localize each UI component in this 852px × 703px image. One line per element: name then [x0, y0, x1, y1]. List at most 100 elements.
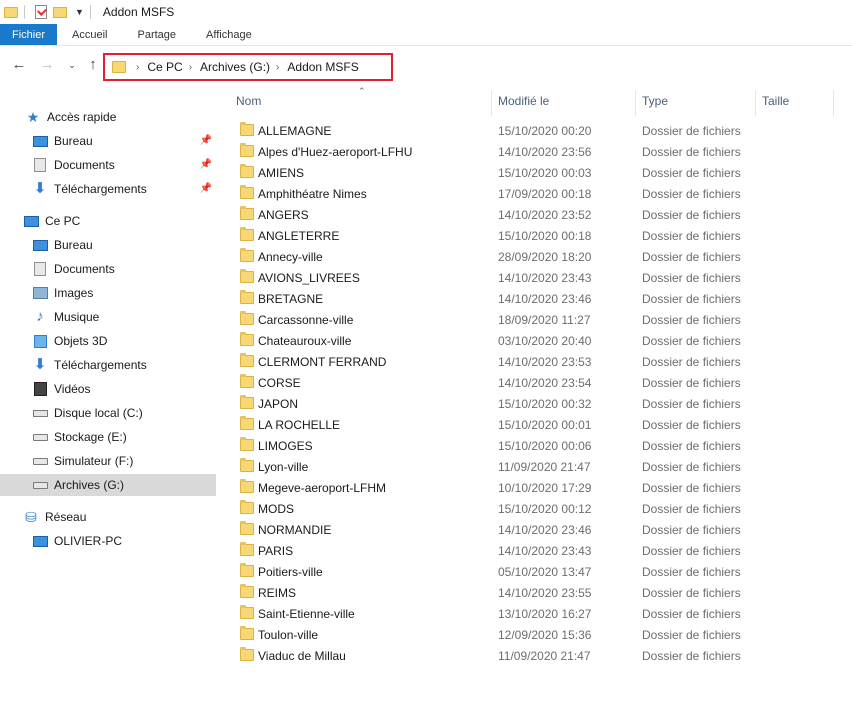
table-row[interactable]: MODS 15/10/2020 00:12 Dossier de fichiers — [216, 498, 852, 519]
sidebar-item-archives-g[interactable]: Archives (G:) — [0, 474, 216, 496]
table-row[interactable]: AVIONS_LIVREES 14/10/2020 23:43 Dossier de… — [216, 267, 852, 288]
breadcrumb-item[interactable]: Ce PC — [147, 60, 182, 74]
sidebar-item-label: Téléchargements — [54, 358, 147, 372]
pin-icon[interactable]: 📌 — [200, 135, 212, 146]
breadcrumb[interactable]: › Ce PC › Archives (G:) › Addon MSFS — [103, 53, 393, 81]
table-row[interactable]: Viaduc de Millau 11/09/2020 21:47 Dossier … — [216, 645, 852, 666]
chevron-right-icon[interactable]: › — [189, 62, 192, 73]
file-modified-date: 14/10/2020 23:53 — [498, 355, 592, 369]
folder-icon — [240, 584, 254, 598]
sidebar-item-telechargements[interactable]: ⬇ Téléchargements 📌 — [0, 178, 216, 200]
tab-partage[interactable]: Partage — [122, 24, 191, 45]
computer-icon — [23, 214, 39, 228]
folder-icon — [240, 395, 254, 409]
forward-arrow-icon[interactable]: → — [38, 56, 56, 74]
table-row[interactable]: Alpes d'Huez-aeroport-LFHU 14/10/2020 23:… — [216, 141, 852, 162]
folder-icon — [240, 185, 254, 199]
file-type: Dossier de fichiers — [642, 376, 741, 390]
table-row[interactable]: Carcassonne-ville 18/09/2020 11:27 Dossier… — [216, 309, 852, 330]
table-row[interactable]: Megeve-aeroport-LFHM 10/10/2020 17:29 Doss… — [216, 477, 852, 498]
tab-accueil[interactable]: Accueil — [57, 24, 122, 45]
folder-icon — [240, 542, 254, 556]
sidebar-item-olivier-pc[interactable]: OLIVIER-PC — [0, 530, 216, 552]
file-type: Dossier de fichiers — [642, 607, 741, 621]
sidebar-item-musique[interactable]: ♪ Musique — [0, 306, 216, 328]
music-icon: ♪ — [36, 308, 44, 325]
sidebar-item-videos[interactable]: Vidéos — [0, 378, 216, 400]
toolbar-divider — [89, 5, 91, 19]
table-row[interactable]: Lyon-ville 11/09/2020 21:47 Dossier de fic… — [216, 456, 852, 477]
file-name: Amphithéatre Nimes — [258, 187, 367, 201]
chevron-down-icon[interactable]: ⌄ — [63, 56, 81, 74]
sidebar-item-ce-pc[interactable]: Ce PC — [0, 210, 216, 232]
pin-icon[interactable]: 📌 — [200, 183, 212, 194]
table-row[interactable]: AMIENS 15/10/2020 00:03 Dossier de fichier… — [216, 162, 852, 183]
column-header-type[interactable]: Type — [642, 84, 668, 118]
folder-icon — [240, 458, 254, 472]
file-type: Dossier de fichiers — [642, 334, 741, 348]
folder-icon — [240, 248, 254, 262]
back-arrow-icon[interactable]: ← — [10, 56, 28, 74]
table-row[interactable]: PARIS 14/10/2020 23:43 Dossier de fichiers — [216, 540, 852, 561]
sidebar-item-documents[interactable]: Documents 📌 — [0, 154, 216, 176]
table-row[interactable]: ANGERS 14/10/2020 23:52 Dossier de fichier… — [216, 204, 852, 225]
sidebar-item-label: Documents — [54, 262, 115, 276]
table-row[interactable]: CORSE 14/10/2020 23:54 Dossier de fichiers — [216, 372, 852, 393]
sidebar-item-bureau[interactable]: Bureau 📌 — [0, 130, 216, 152]
pin-icon[interactable]: 📌 — [200, 159, 212, 170]
images-icon — [32, 286, 48, 300]
file-modified-date: 11/09/2020 21:47 — [498, 460, 591, 474]
sidebar-item-reseau[interactable]: ⛁ Réseau — [0, 506, 216, 528]
table-row[interactable]: CLERMONT FERRAND 14/10/2020 23:53 Dossier … — [216, 351, 852, 372]
table-row[interactable]: Annecy-ville 28/09/2020 18:20 Dossier de f… — [216, 246, 852, 267]
table-row[interactable]: Toulon-ville 12/09/2020 15:36 Dossier de f… — [216, 624, 852, 645]
table-row[interactable]: LA ROCHELLE 15/10/2020 00:01 Dossier de fi… — [216, 414, 852, 435]
table-row[interactable]: Chateauroux-ville 03/10/2020 20:40 Dossier… — [216, 330, 852, 351]
sidebar-item-bureau-pc[interactable]: Bureau — [0, 234, 216, 256]
sidebar-item-stockage-e[interactable]: Stockage (E:) — [0, 426, 216, 448]
file-list: ⌃ Nom Modifié le Type Taille ALLEMAGNE 15… — [216, 84, 852, 703]
new-folder-icon[interactable] — [53, 6, 67, 18]
column-header-size[interactable]: Taille — [762, 84, 789, 118]
sidebar-item-acces-rapide[interactable]: ★ Accès rapide — [0, 106, 216, 128]
table-row[interactable]: REIMS 14/10/2020 23:55 Dossier de fichiers — [216, 582, 852, 603]
drive-icon — [32, 454, 48, 468]
column-divider[interactable] — [635, 90, 636, 116]
sidebar-item-telechargements-pc[interactable]: ⬇ Téléchargements — [0, 354, 216, 376]
folder-icon — [240, 626, 254, 640]
up-arrow-icon[interactable]: ↑ — [84, 56, 102, 74]
sidebar-item-objets-3d[interactable]: Objets 3D — [0, 330, 216, 352]
chevron-right-icon[interactable]: › — [276, 62, 279, 73]
column-header-modified[interactable]: Modifié le — [498, 84, 549, 118]
file-type: Dossier de fichiers — [642, 586, 741, 600]
file-name: PARIS — [258, 544, 294, 558]
column-divider[interactable] — [833, 90, 834, 116]
table-row[interactable]: ANGLETERRE 15/10/2020 00:18 Dossier de fic… — [216, 225, 852, 246]
table-row[interactable]: Poitiers-ville 05/10/2020 13:47 Dossier de… — [216, 561, 852, 582]
table-row[interactable]: JAPON 15/10/2020 00:32 Dossier de fichiers — [216, 393, 852, 414]
sidebar-item-simulateur-f[interactable]: Simulateur (F:) — [0, 450, 216, 472]
table-row[interactable]: Saint-Etienne-ville 13/10/2020 16:27 Dossi… — [216, 603, 852, 624]
table-row[interactable]: LIMOGES 15/10/2020 00:06 Dossier de fichie… — [216, 435, 852, 456]
file-type: Dossier de fichiers — [642, 208, 741, 222]
breadcrumb-item[interactable]: Archives (G:) — [200, 60, 270, 74]
table-row[interactable]: Amphithéatre Nimes 17/09/2020 00:18 Dossie… — [216, 183, 852, 204]
table-row[interactable]: ALLEMAGNE 15/10/2020 00:20 Dossier de fich… — [216, 120, 852, 141]
table-row[interactable]: BRETAGNE 14/10/2020 23:46 Dossier de fichi… — [216, 288, 852, 309]
file-type: Dossier de fichiers — [642, 166, 741, 180]
column-divider[interactable] — [755, 90, 756, 116]
sidebar-item-label: Vidéos — [54, 382, 91, 396]
sidebar-item-disque-c[interactable]: Disque local (C:) — [0, 402, 216, 424]
sidebar-item-images[interactable]: Images — [0, 282, 216, 304]
tab-fichier[interactable]: Fichier — [0, 24, 58, 45]
column-header-name[interactable]: Nom — [236, 84, 261, 118]
column-divider[interactable] — [491, 90, 492, 116]
table-row[interactable]: NORMANDIE 14/10/2020 23:46 Dossier de fich… — [216, 519, 852, 540]
breadcrumb-item[interactable]: Addon MSFS — [287, 60, 358, 74]
folder-icon — [240, 164, 254, 178]
tab-affichage[interactable]: Affichage — [191, 24, 267, 45]
sidebar-item-documents-pc[interactable]: Documents — [0, 258, 216, 280]
properties-icon[interactable] — [35, 5, 47, 19]
chevron-down-icon[interactable]: ▼ — [75, 7, 84, 17]
chevron-right-icon[interactable]: › — [136, 62, 139, 73]
